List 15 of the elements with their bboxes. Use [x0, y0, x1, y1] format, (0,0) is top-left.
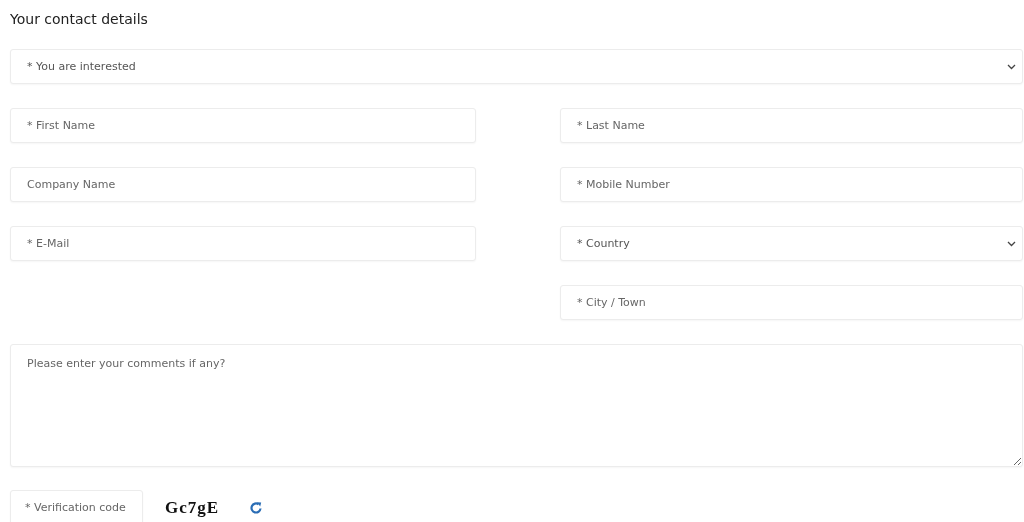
captcha-text: Gc7gE: [165, 497, 220, 518]
input-field[interactable]: * First Name: [10, 108, 476, 143]
chevron-down-icon: [1007, 63, 1016, 70]
input-field[interactable]: * Last Name: [560, 108, 1023, 143]
section-heading: Your contact details: [10, 10, 149, 29]
refresh-icon[interactable]: [249, 500, 264, 515]
input-field[interactable]: * City / Town: [560, 285, 1023, 320]
input-field[interactable]: * E-Mail: [10, 226, 476, 261]
verification-field[interactable]: * Verification code: [10, 490, 143, 522]
input-field[interactable]: Company Name: [10, 167, 476, 202]
comment-field[interactable]: Please enter your comments if any?: [10, 344, 1023, 467]
input-field[interactable]: * Mobile Number: [560, 167, 1023, 202]
select-field[interactable]: * Country: [560, 226, 1023, 261]
chevron-down-icon: [1007, 240, 1016, 247]
select-field[interactable]: * You are interested: [10, 49, 1023, 84]
